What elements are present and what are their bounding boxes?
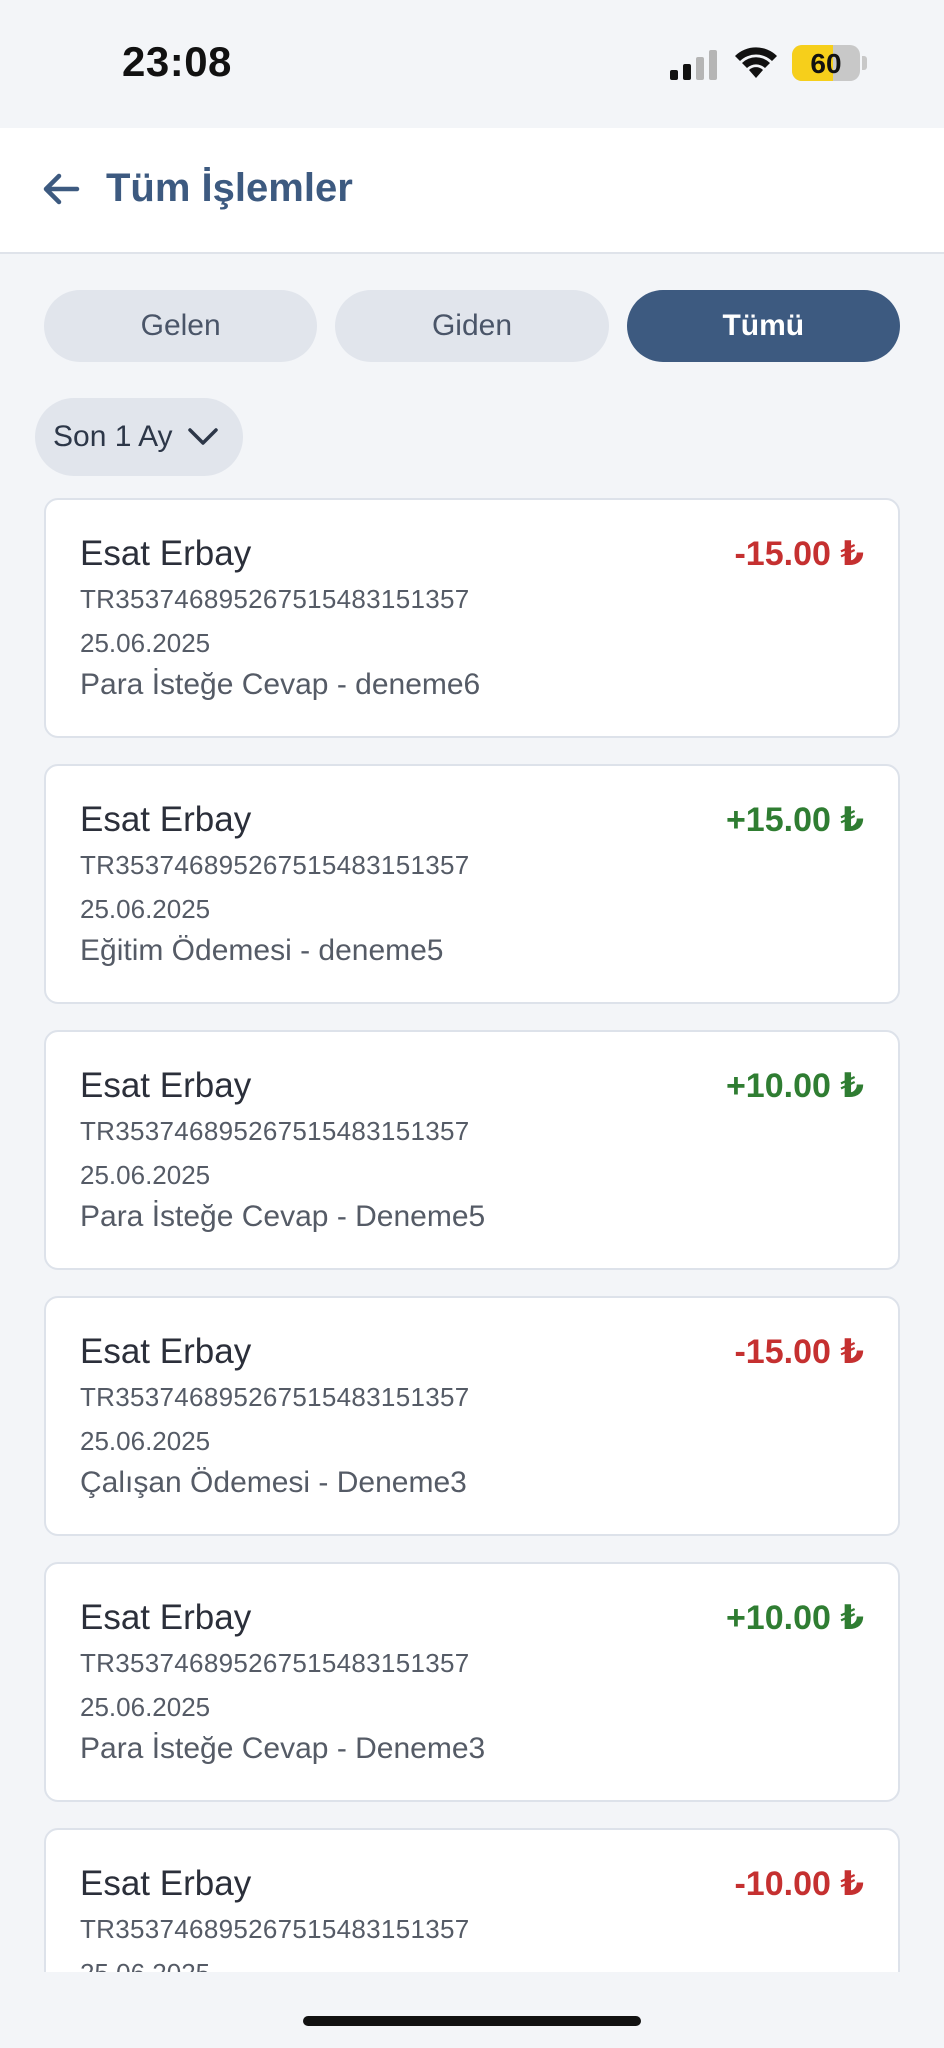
arrow-left-icon (43, 173, 80, 205)
status-time: 23:08 (122, 38, 232, 85)
date-range-filter[interactable]: Son 1 Ay (35, 398, 243, 476)
transaction-amount: +10.00 ₺ (725, 1067, 864, 1105)
transaction-amount: -15.00 ₺ (734, 535, 864, 573)
transaction-description: Para İsteğe Cevap - Deneme3 (80, 1732, 486, 1765)
tab-incoming[interactable]: Gelen (44, 290, 318, 362)
tab-outgoing[interactable]: Giden (335, 290, 609, 362)
iban: TR353746895267515483151357 (80, 1914, 470, 1944)
transaction-date: 25.06.2025 (80, 1426, 211, 1456)
transaction-description: Para İsteğe Cevap - Deneme5 (80, 1200, 486, 1233)
iban: TR353746895267515483151357 (80, 1382, 470, 1412)
transaction-date: 25.06.2025 (80, 1958, 210, 1972)
transaction-list[interactable]: Esat Erbay -15.00 ₺ TR353746895267515483… (44, 498, 900, 1972)
screen: 23:08 60 Tüm İşlemler Gelen Giden Tümü S… (0, 0, 944, 2048)
signal-icon (670, 50, 717, 80)
transaction-date: 25.06.2025 (80, 894, 211, 924)
iban: TR353746895267515483151357 (80, 850, 470, 880)
iban: TR353746895267515483151357 (80, 1648, 470, 1678)
transaction-card[interactable]: Esat Erbay +15.00 ₺ TR353746895267515483… (44, 764, 900, 1004)
battery-nub (862, 56, 867, 70)
transaction-description: Eğitim Ödemesi - deneme5 (80, 934, 444, 967)
home-indicator[interactable] (303, 2016, 641, 2026)
iban: TR353746895267515483151357 (80, 1116, 470, 1146)
counterparty-name: Esat Erbay (80, 1066, 252, 1105)
status-bar: 23:08 60 (0, 0, 944, 128)
page-title: Tüm İşlemler (106, 166, 353, 210)
counterparty-name: Esat Erbay (80, 1332, 252, 1371)
battery-percent: 60 (810, 48, 842, 79)
tab-all[interactable]: Tümü (626, 290, 900, 362)
counterparty-name: Esat Erbay (80, 1864, 252, 1903)
transaction-card[interactable]: Esat Erbay -10.00 ₺ TR353746895267515483… (44, 1828, 900, 1972)
counterparty-name: Esat Erbay (80, 800, 252, 839)
counterparty-name: Esat Erbay (80, 1598, 252, 1637)
transaction-card[interactable]: Esat Erbay +10.00 ₺ TR353746895267515483… (44, 1030, 900, 1270)
transaction-amount: -10.00 ₺ (734, 1865, 864, 1903)
transaction-amount: +10.00 ₺ (725, 1599, 864, 1637)
transaction-card[interactable]: Esat Erbay +10.00 ₺ TR353746895267515483… (44, 1562, 900, 1802)
transaction-card[interactable]: Esat Erbay -15.00 ₺ TR353746895267515483… (44, 1296, 900, 1536)
wifi-icon (735, 47, 777, 78)
counterparty-name: Esat Erbay (80, 534, 252, 573)
iban: TR353746895267515483151357 (80, 584, 470, 614)
chevron-down-icon (187, 421, 219, 453)
back-button[interactable] (38, 166, 84, 212)
transaction-amount: -15.00 ₺ (734, 1333, 864, 1371)
header: Tüm İşlemler (0, 128, 944, 254)
transaction-date: 25.06.2025 (80, 628, 211, 658)
filter-label: Son 1 Ay (53, 420, 173, 453)
transaction-description: Çalışan Ödemesi - Deneme3 (80, 1466, 467, 1499)
transaction-amount: +15.00 ₺ (725, 801, 864, 839)
tab-bar: Gelen Giden Tümü (44, 290, 900, 362)
transaction-description: Para İsteğe Cevap - deneme6 (80, 668, 481, 701)
transaction-card[interactable]: Esat Erbay -15.00 ₺ TR353746895267515483… (44, 498, 900, 738)
battery-icon: 60 (792, 45, 860, 81)
transaction-date: 25.06.2025 (80, 1160, 211, 1190)
transaction-date: 25.06.2025 (80, 1692, 211, 1722)
